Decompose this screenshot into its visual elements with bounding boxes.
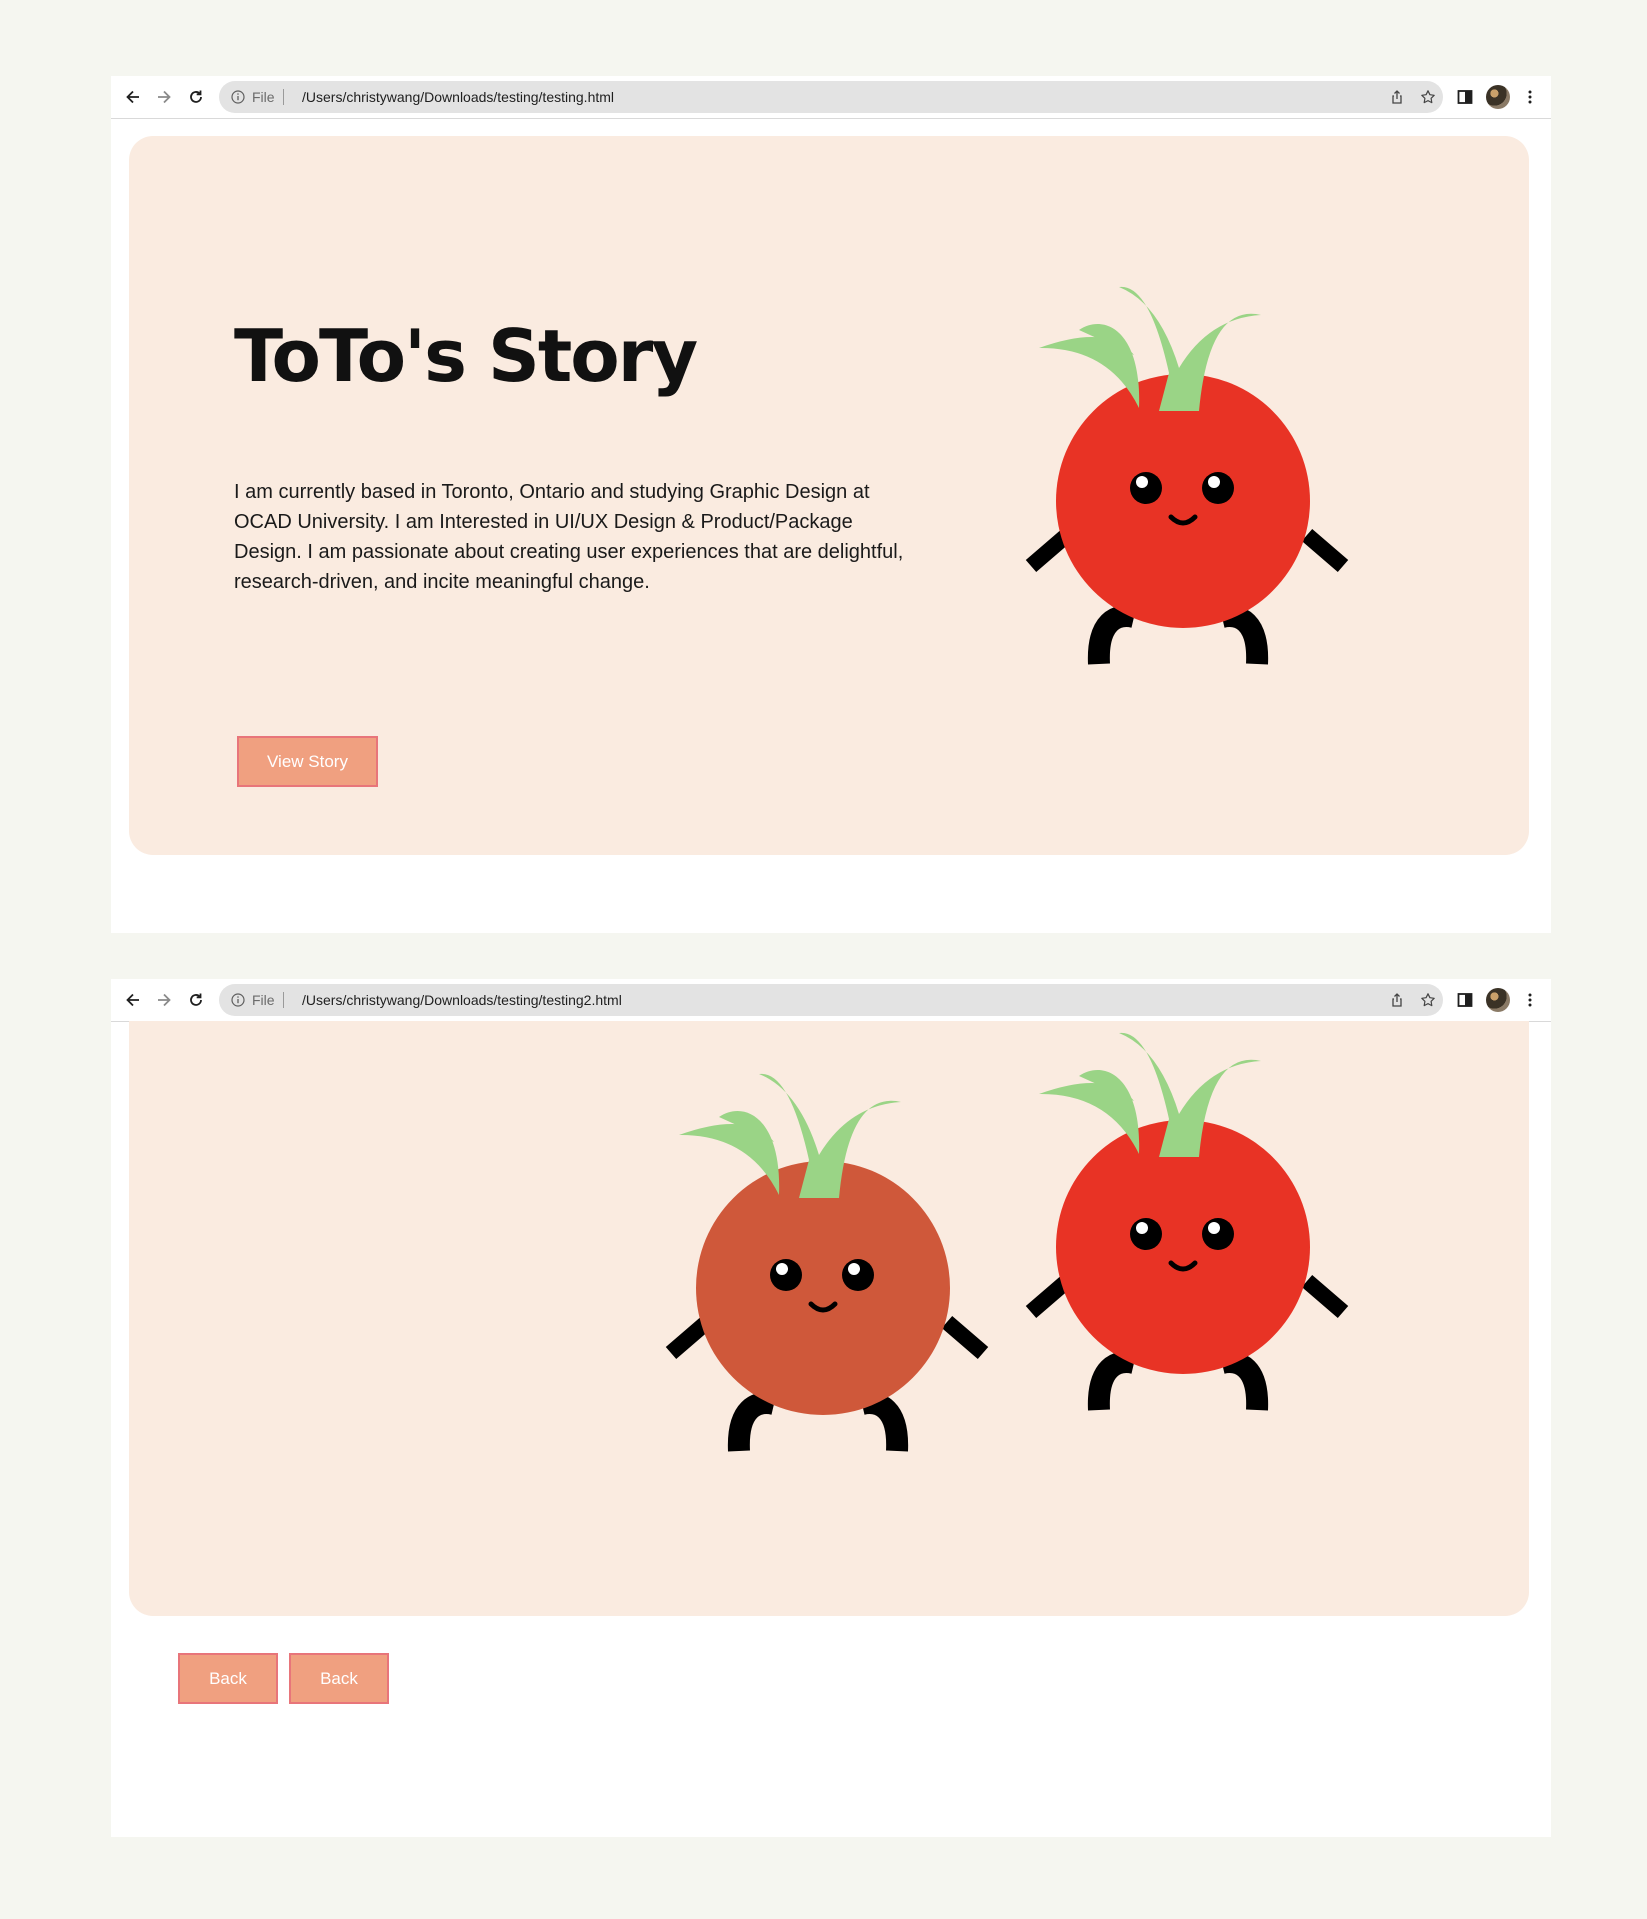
profile-avatar[interactable] [1486, 988, 1510, 1012]
forward-arrow-icon[interactable] [154, 87, 174, 107]
page-title: ToTo's Story [234, 314, 698, 398]
address-bar[interactable]: File /Users/christywang/Downloads/testin… [219, 81, 1443, 113]
side-panel-icon[interactable] [1456, 88, 1474, 106]
browser-toolbar: File /Users/christywang/Downloads/testin… [111, 76, 1551, 119]
url-text[interactable]: /Users/christywang/Downloads/testing/tes… [302, 89, 614, 105]
view-story-button[interactable]: View Story [237, 736, 378, 787]
url-scheme-label: File [252, 992, 284, 1008]
back-button-1[interactable]: Back [178, 1653, 278, 1704]
hero-description: I am currently based in Toronto, Ontario… [234, 481, 904, 593]
more-menu-icon[interactable] [1521, 88, 1539, 106]
back-button-2[interactable]: Back [289, 1653, 389, 1704]
bookmark-star-icon[interactable] [1420, 992, 1436, 1008]
reload-icon[interactable] [186, 990, 206, 1010]
story-section [129, 1021, 1529, 1616]
rust-tomato-character-illustration [649, 1050, 989, 1470]
forward-arrow-icon[interactable] [154, 990, 174, 1010]
url-text[interactable]: /Users/christywang/Downloads/testing/tes… [302, 992, 622, 1008]
browser-window-2: File /Users/christywang/Downloads/testin… [111, 979, 1551, 1837]
side-panel-icon[interactable] [1456, 991, 1474, 1009]
reload-icon[interactable] [186, 87, 206, 107]
url-scheme-label: File [252, 89, 284, 105]
share-icon[interactable] [1389, 89, 1405, 105]
back-arrow-icon[interactable] [123, 990, 143, 1010]
browser-window-1: File /Users/christywang/Downloads/testin… [111, 76, 1551, 933]
back-arrow-icon[interactable] [123, 87, 143, 107]
profile-avatar[interactable] [1486, 85, 1510, 109]
hero-section: ToTo's Story I am currently based in Tor… [129, 136, 1529, 855]
info-icon[interactable] [231, 993, 245, 1007]
share-icon[interactable] [1389, 992, 1405, 1008]
more-menu-icon[interactable] [1521, 991, 1539, 1009]
tomato-character-illustration [1009, 263, 1349, 683]
info-icon[interactable] [231, 90, 245, 104]
bookmark-star-icon[interactable] [1420, 89, 1436, 105]
red-tomato-character-illustration [1009, 1009, 1349, 1429]
